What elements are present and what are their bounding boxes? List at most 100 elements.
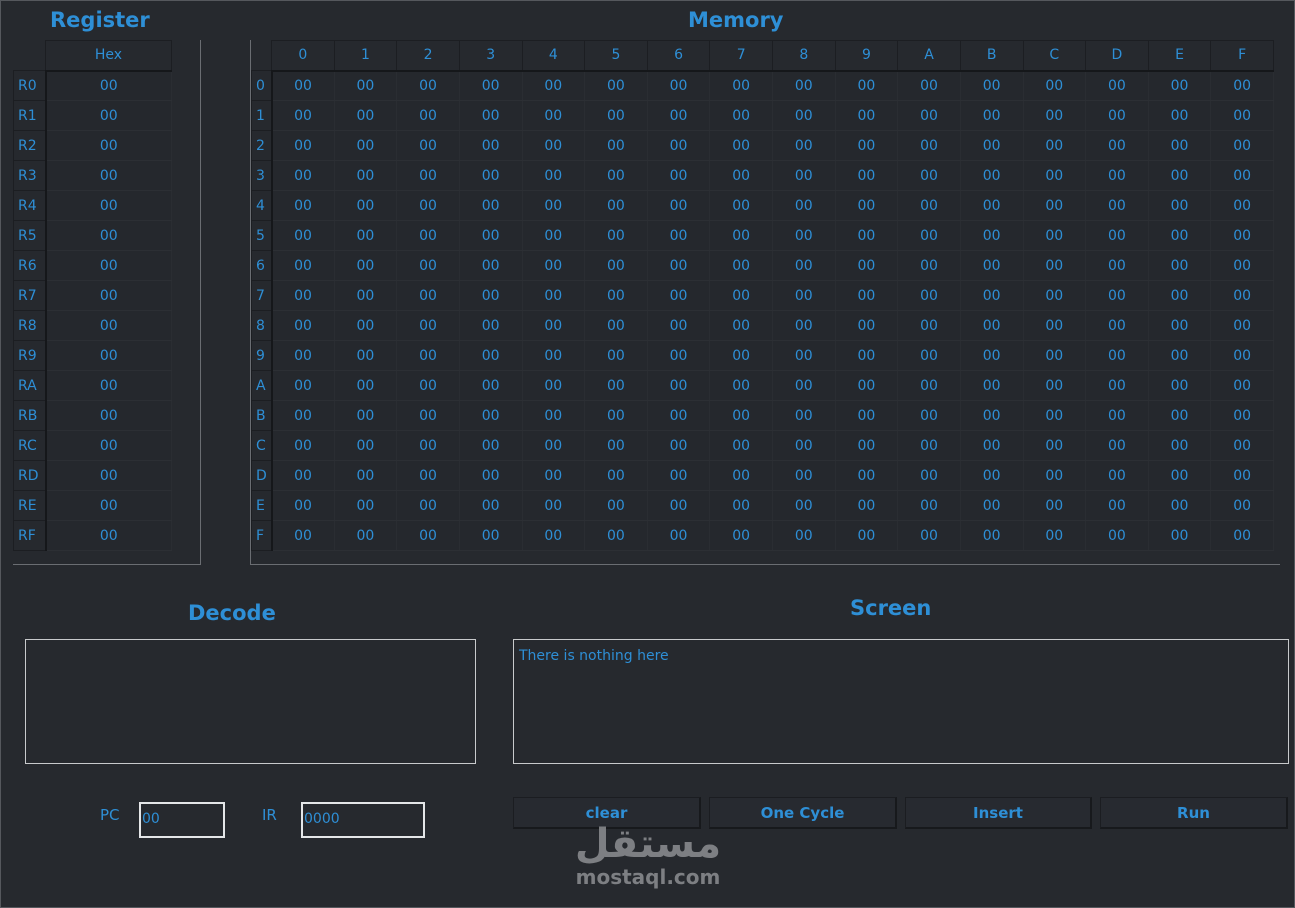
memory-cell[interactable]: 00 [396,370,460,401]
memory-cell[interactable]: 00 [459,160,523,191]
register-value-cell[interactable]: 00 [45,130,172,161]
memory-cell[interactable]: 00 [709,400,773,431]
memory-column-header[interactable]: C [1022,40,1087,72]
memory-cell[interactable]: 00 [271,310,335,341]
memory-cell[interactable]: 00 [522,340,586,371]
memory-cell[interactable]: 00 [271,190,335,221]
register-value-cell[interactable]: 00 [45,100,172,131]
register-value-cell[interactable]: 00 [45,400,172,431]
register-value-cell[interactable]: 00 [45,190,172,221]
memory-cell[interactable]: 00 [584,100,648,131]
memory-cell[interactable]: 00 [960,160,1024,191]
memory-cell[interactable]: 00 [897,460,961,491]
memory-cell[interactable]: 00 [396,460,460,491]
memory-cell[interactable]: 00 [271,490,335,521]
memory-column-header[interactable]: 6 [646,40,711,72]
memory-cell[interactable]: 00 [835,370,899,401]
memory-cell[interactable]: 00 [1085,340,1149,371]
memory-cell[interactable]: 00 [647,430,711,461]
memory-cell[interactable]: 00 [271,220,335,251]
memory-cell[interactable]: 00 [334,190,398,221]
memory-cell[interactable]: 00 [522,220,586,251]
memory-cell[interactable]: 00 [522,490,586,521]
memory-cell[interactable]: 00 [647,160,711,191]
memory-cell[interactable]: 00 [1023,130,1087,161]
memory-cell[interactable]: 00 [772,220,836,251]
memory-cell[interactable]: 00 [396,340,460,371]
memory-cell[interactable]: 00 [1023,220,1087,251]
memory-cell[interactable]: 00 [334,160,398,191]
memory-column-header[interactable]: D [1085,40,1149,72]
memory-cell[interactable]: 00 [1148,370,1212,401]
memory-cell[interactable]: 00 [522,310,586,341]
memory-cell[interactable]: 00 [835,250,899,281]
memory-cell[interactable]: 00 [897,520,961,551]
memory-cell[interactable]: 00 [835,190,899,221]
memory-column-header[interactable]: 2 [396,40,460,72]
register-value-cell[interactable]: 00 [45,220,172,251]
memory-cell[interactable]: 00 [897,310,961,341]
memory-cell[interactable]: 00 [459,430,523,461]
memory-cell[interactable]: 00 [334,400,398,431]
memory-cell[interactable]: 00 [897,220,961,251]
memory-cell[interactable]: 00 [1023,340,1087,371]
memory-cell[interactable]: 00 [772,310,836,341]
register-value-cell[interactable]: 00 [45,70,172,101]
memory-column-header[interactable]: 9 [834,40,899,72]
memory-cell[interactable]: 00 [772,430,836,461]
memory-cell[interactable]: 00 [897,280,961,311]
memory-cell[interactable]: 00 [1148,70,1212,101]
memory-row-header[interactable]: 9 [251,340,273,371]
memory-cell[interactable]: 00 [1210,490,1274,521]
ir-field[interactable]: 0000 [301,802,425,838]
memory-column-header[interactable]: A [897,40,961,72]
memory-cell[interactable]: 00 [522,520,586,551]
memory-column-header[interactable]: 3 [458,40,523,72]
memory-cell[interactable]: 00 [647,280,711,311]
memory-cell[interactable]: 00 [960,190,1024,221]
memory-row-header[interactable]: 6 [251,250,273,281]
memory-cell[interactable]: 00 [1148,430,1212,461]
memory-cell[interactable]: 00 [1085,370,1149,401]
memory-cell[interactable]: 00 [709,490,773,521]
memory-cell[interactable]: 00 [522,400,586,431]
memory-cell[interactable]: 00 [1023,100,1087,131]
memory-cell[interactable]: 00 [1210,220,1274,251]
memory-cell[interactable]: 00 [647,400,711,431]
memory-cell[interactable]: 00 [647,310,711,341]
insert-button[interactable]: Insert [905,797,1092,829]
memory-cell[interactable]: 00 [1210,190,1274,221]
memory-cell[interactable]: 00 [772,340,836,371]
memory-cell[interactable]: 00 [835,490,899,521]
memory-cell[interactable]: 00 [1085,520,1149,551]
memory-cell[interactable]: 00 [960,490,1024,521]
memory-cell[interactable]: 00 [647,250,711,281]
memory-cell[interactable]: 00 [709,340,773,371]
memory-cell[interactable]: 00 [960,70,1024,101]
memory-cell[interactable]: 00 [1085,250,1149,281]
memory-cell[interactable]: 00 [835,460,899,491]
memory-cell[interactable]: 00 [1210,130,1274,161]
memory-cell[interactable]: 00 [772,370,836,401]
memory-row-header[interactable]: F [251,520,273,551]
memory-cell[interactable]: 00 [772,520,836,551]
memory-cell[interactable]: 00 [1148,460,1212,491]
memory-cell[interactable]: 00 [960,520,1024,551]
register-value-cell[interactable]: 00 [45,310,172,341]
memory-cell[interactable]: 00 [1085,460,1149,491]
screen-output[interactable]: There is nothing here [513,639,1289,764]
memory-cell[interactable]: 00 [271,250,335,281]
memory-cell[interactable]: 00 [647,100,711,131]
memory-cell[interactable]: 00 [1210,310,1274,341]
memory-row-header[interactable]: E [251,490,273,521]
memory-cell[interactable]: 00 [584,310,648,341]
memory-cell[interactable]: 00 [960,340,1024,371]
memory-column-header[interactable]: 4 [521,40,586,72]
register-value-cell[interactable]: 00 [45,160,172,191]
memory-cell[interactable]: 00 [522,100,586,131]
memory-cell[interactable]: 00 [459,190,523,221]
memory-cell[interactable]: 00 [1148,190,1212,221]
memory-cell[interactable]: 00 [835,220,899,251]
memory-cell[interactable]: 00 [835,130,899,161]
memory-cell[interactable]: 00 [835,520,899,551]
